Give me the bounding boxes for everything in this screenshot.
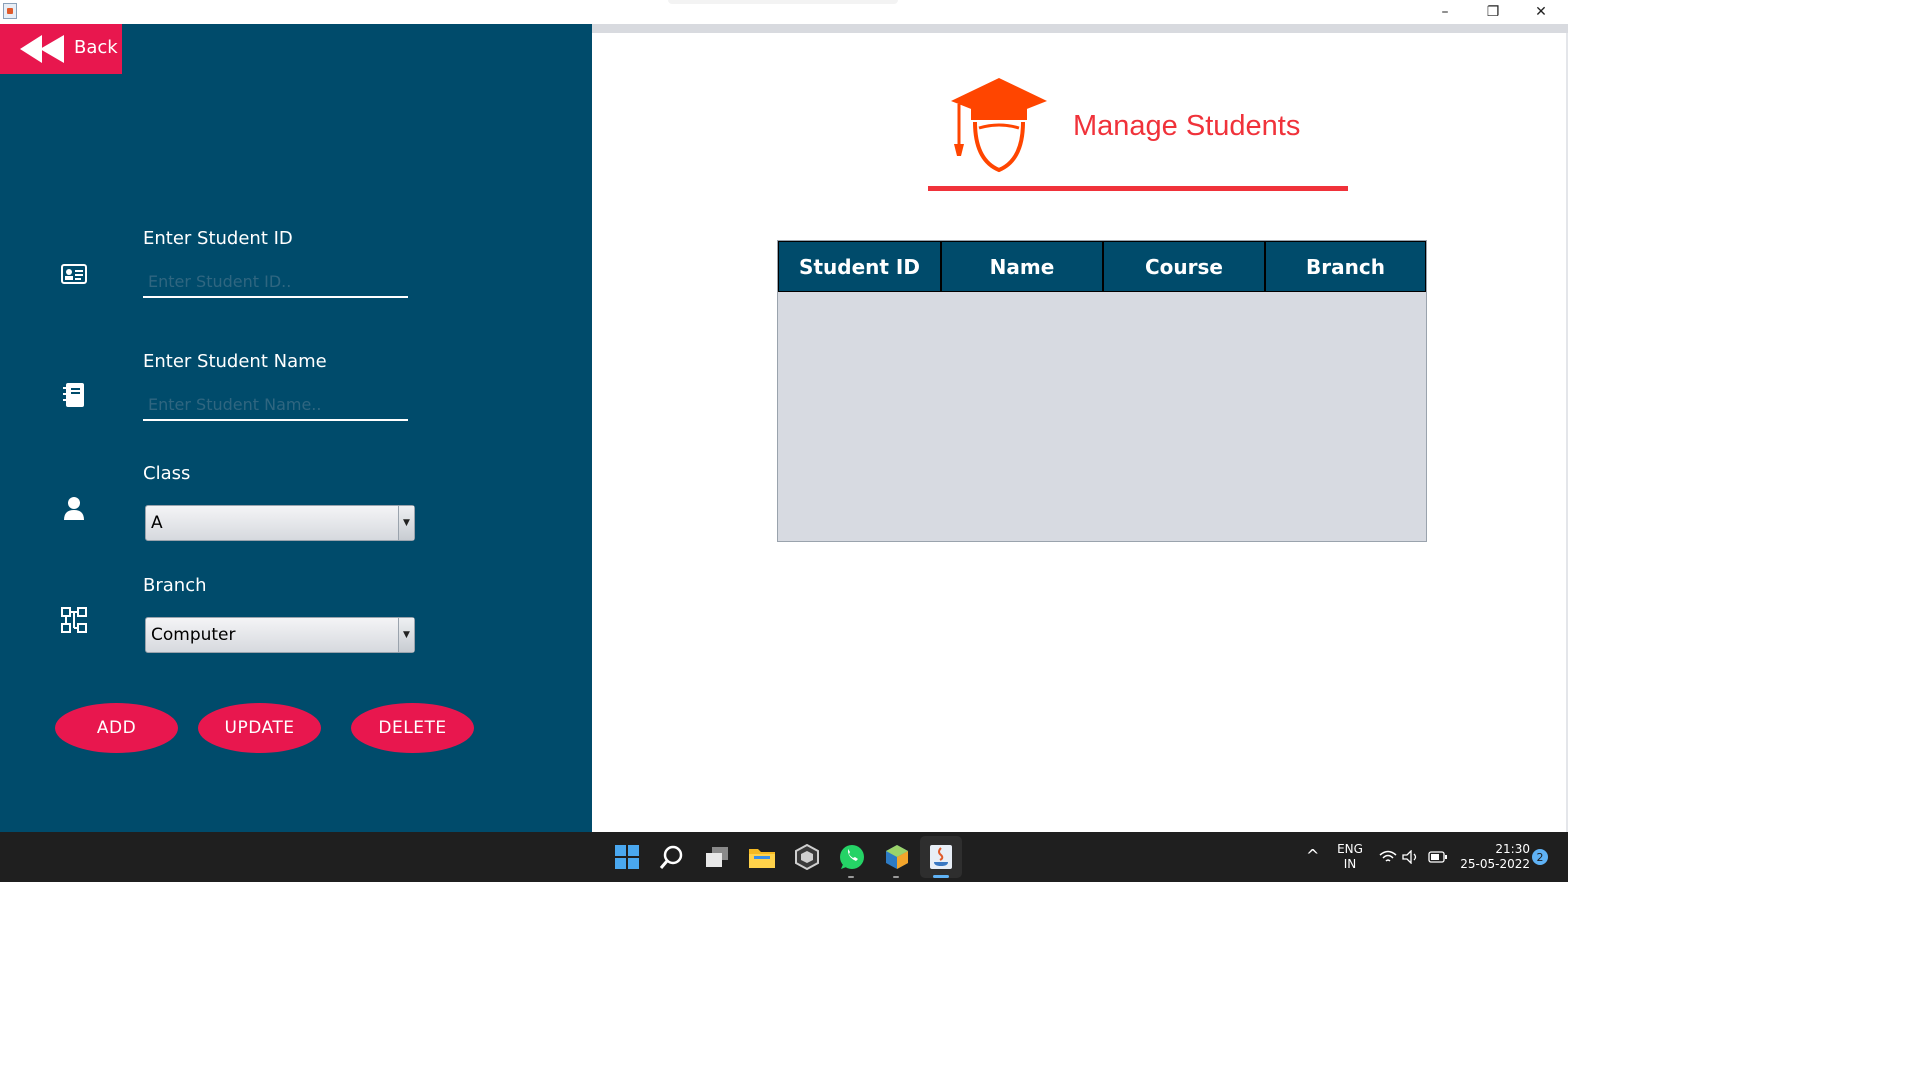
student-name-label: Enter Student Name — [143, 351, 327, 372]
notebook-icon — [63, 383, 84, 407]
wifi-icon[interactable] — [1379, 850, 1397, 864]
back-label: Back — [74, 37, 118, 58]
chevron-down-icon[interactable]: ▼ — [398, 506, 414, 540]
running-indicator — [848, 876, 854, 878]
class-select[interactable]: A ▼ — [145, 505, 415, 541]
class-selected-value: A — [151, 513, 163, 533]
id-card-icon — [61, 264, 87, 284]
person-icon — [64, 497, 84, 520]
running-indicator — [893, 876, 899, 878]
close-button[interactable]: ✕ — [1518, 0, 1564, 24]
rewind-icon — [20, 35, 64, 63]
back-button[interactable]: Back — [0, 24, 122, 74]
taskbar: ^ ENG IN 21:30 25-05-2022 2 — [0, 832, 1568, 882]
notification-badge[interactable]: 2 — [1532, 849, 1548, 865]
whatsapp-icon[interactable] — [837, 842, 867, 872]
student-name-input[interactable] — [143, 389, 408, 421]
clock[interactable]: 21:30 25-05-2022 — [1456, 842, 1530, 872]
student-id-input[interactable] — [143, 266, 408, 298]
window-titlebar: – ❐ ✕ — [0, 0, 1568, 24]
sidebar-form-panel: Back Enter Student ID Enter Student Name… — [0, 24, 592, 832]
students-table[interactable]: Student ID Name Course Branch — [777, 240, 1427, 542]
minimize-button[interactable]: – — [1422, 0, 1468, 24]
update-button[interactable]: UPDATE — [198, 703, 321, 753]
column-header-name[interactable]: Name — [941, 241, 1103, 292]
search-icon[interactable] — [657, 842, 687, 872]
column-header-course[interactable]: Course — [1103, 241, 1265, 292]
active-app-indicator — [933, 875, 949, 878]
branch-selected-value: Computer — [151, 625, 236, 645]
volume-icon[interactable] — [1402, 850, 1420, 864]
column-header-student-id[interactable]: Student ID — [778, 241, 941, 292]
hierarchy-icon — [61, 607, 87, 633]
unity-icon[interactable] — [792, 842, 822, 872]
title-underline — [928, 186, 1348, 191]
branch-select[interactable]: Computer ▼ — [145, 617, 415, 653]
netbeans-icon[interactable] — [882, 842, 912, 872]
task-view-icon[interactable] — [702, 842, 732, 872]
add-button[interactable]: ADD — [55, 703, 178, 753]
content-top-strip — [592, 24, 1568, 33]
language-line2: IN — [1343, 857, 1357, 871]
language-indicator[interactable]: ENG IN — [1335, 842, 1365, 872]
delete-button[interactable]: DELETE — [351, 703, 474, 753]
clock-date: 25-05-2022 — [1460, 857, 1530, 871]
graduate-icon — [951, 78, 1047, 173]
file-explorer-icon[interactable] — [747, 842, 777, 872]
table-header: Student ID Name Course Branch — [778, 241, 1426, 292]
java-icon[interactable] — [926, 842, 956, 872]
branch-label: Branch — [143, 575, 207, 596]
clock-time: 21:30 — [1495, 842, 1530, 856]
battery-icon[interactable] — [1428, 851, 1448, 863]
title-area — [668, 0, 898, 4]
language-line1: ENG — [1337, 842, 1363, 856]
student-id-label: Enter Student ID — [143, 228, 293, 249]
page-title: Manage Students — [1073, 110, 1301, 142]
java-app-icon — [3, 3, 17, 19]
restore-button[interactable]: ❐ — [1470, 0, 1516, 24]
column-header-branch[interactable]: Branch — [1265, 241, 1426, 292]
content-right-border — [1566, 33, 1568, 832]
start-icon[interactable] — [612, 842, 642, 872]
chevron-down-icon[interactable]: ▼ — [398, 618, 414, 652]
chevron-up-icon[interactable]: ^ — [1306, 848, 1319, 864]
class-label: Class — [143, 463, 191, 484]
